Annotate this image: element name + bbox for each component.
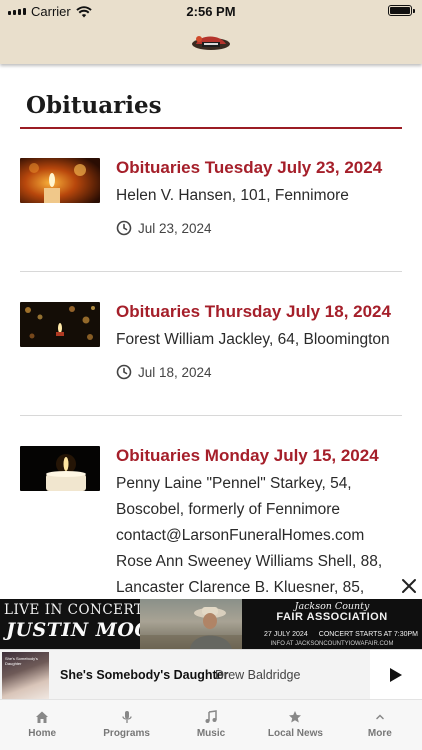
chevron-up-icon xyxy=(376,714,384,720)
station-logo-icon[interactable] xyxy=(190,32,232,52)
obituaries-list[interactable]: Obituaries Obituaries Tuesday July 23, 2… xyxy=(0,64,422,599)
tab-label: Home xyxy=(28,728,57,739)
battery-icon xyxy=(388,5,415,16)
article-summary: Forest William Jackley, 64, Bloomington xyxy=(116,327,404,353)
home-icon xyxy=(36,711,49,723)
article-date: Jul 18, 2024 xyxy=(116,364,212,380)
ad-live-text: LIVE IN CONCERT xyxy=(4,602,144,618)
article-divider xyxy=(20,271,402,272)
summary-line: Boscobel, formerly of Fennimore xyxy=(116,501,340,518)
ad-info-text: INFO AT JACKSONCOUNTYIOWAFAIR.COM xyxy=(270,641,394,647)
article-date-text: Jul 18, 2024 xyxy=(138,364,212,380)
article-date: Jul 23, 2024 xyxy=(116,220,212,236)
candle-bokeh-thumbnail[interactable] xyxy=(20,302,100,347)
single-candle-thumbnail[interactable] xyxy=(20,446,100,491)
tab-label: Local News xyxy=(267,728,323,739)
tab-label: More xyxy=(367,728,392,739)
article-title[interactable]: Obituaries Monday July 15, 2024 xyxy=(116,446,379,466)
ad-concert-time-text: CONCERT STARTS AT 7:30PM xyxy=(318,631,418,638)
app-header: Carrier 2:56 PM xyxy=(0,0,422,64)
clock-icon xyxy=(116,220,132,236)
close-icon[interactable] xyxy=(400,578,418,596)
tab-music[interactable]: Music xyxy=(169,700,253,750)
article-divider xyxy=(20,415,402,416)
summary-line: contact@LarsonFuneralHomes.com xyxy=(116,527,365,544)
battery-level xyxy=(390,7,410,14)
article-item[interactable]: Obituaries Tuesday July 23, 2024 Helen V… xyxy=(20,158,402,248)
play-button[interactable] xyxy=(370,650,422,700)
title-underline xyxy=(20,127,402,129)
ad-concert-panel: LIVE IN CONCERT JUSTIN MOORE xyxy=(0,599,182,649)
tab-label: Music xyxy=(196,728,226,739)
now-playing-bar[interactable]: She's Somebody's Daughter She's Somebody… xyxy=(0,649,422,700)
album-art[interactable]: She's Somebody's Daughter xyxy=(2,652,49,699)
ad-fair-text: FAIR ASSOCIATION xyxy=(276,611,388,623)
music-note-icon xyxy=(205,710,217,723)
tab-local-news[interactable]: Local News xyxy=(253,700,337,750)
play-icon xyxy=(390,668,402,682)
album-art-text: She's Somebody's Daughter xyxy=(5,656,38,666)
summary-line: Helen V. Hansen, 101, Fennimore xyxy=(116,187,349,204)
status-time: 2:56 PM xyxy=(186,4,236,19)
ad-date-text: 27 JULY 2024 xyxy=(264,631,308,638)
tab-label: Programs xyxy=(103,728,150,739)
ad-detail-row: 27 JULY 2024 CONCERT STARTS AT 7:30PM xyxy=(264,631,418,638)
candles-thumbnail[interactable] xyxy=(20,158,100,203)
summary-line: Penny Laine "Pennel" Starkey, 54, xyxy=(116,475,352,492)
clock-icon xyxy=(116,364,132,380)
tab-programs[interactable]: Programs xyxy=(84,700,168,750)
tab-bar: Home Programs Music Local News More xyxy=(0,699,422,750)
artist-name: Drew Baldridge xyxy=(215,668,301,682)
article-summary: Penny Laine "Pennel" Starkey, 54, Boscob… xyxy=(116,471,404,599)
article-item[interactable]: Obituaries Monday July 15, 2024 Penny La… xyxy=(20,446,402,599)
summary-line: Rose Ann Sweeney Williams Shell, 88, xyxy=(116,553,383,570)
article-title[interactable]: Obituaries Thursday July 18, 2024 xyxy=(116,302,391,322)
microphone-icon xyxy=(121,711,132,723)
ad-fair-panel: Jackson County FAIR ASSOCIATION 27 JULY … xyxy=(242,599,422,649)
article-title[interactable]: Obituaries Tuesday July 23, 2024 xyxy=(116,158,382,178)
article-summary: Helen V. Hansen, 101, Fennimore xyxy=(116,183,404,209)
summary-line: Forest William Jackley, 64, Bloomington xyxy=(116,331,390,348)
tab-more[interactable]: More xyxy=(338,700,422,750)
summary-line: Lancaster Clarence B. Kluesner, 85, xyxy=(116,579,365,596)
ad-banner[interactable]: LIVE IN CONCERT JUSTIN MOORE Jackson Cou… xyxy=(0,599,422,649)
status-bar: Carrier 2:56 PM xyxy=(0,0,422,22)
article-date-text: Jul 23, 2024 xyxy=(138,220,212,236)
star-icon xyxy=(289,711,302,723)
page-title: Obituaries xyxy=(26,92,162,119)
article-item[interactable]: Obituaries Thursday July 18, 2024 Forest… xyxy=(20,302,402,392)
song-title: She's Somebody's Daughter xyxy=(60,668,229,682)
tab-home[interactable]: Home xyxy=(0,700,84,750)
ad-artist-photo xyxy=(140,599,242,649)
